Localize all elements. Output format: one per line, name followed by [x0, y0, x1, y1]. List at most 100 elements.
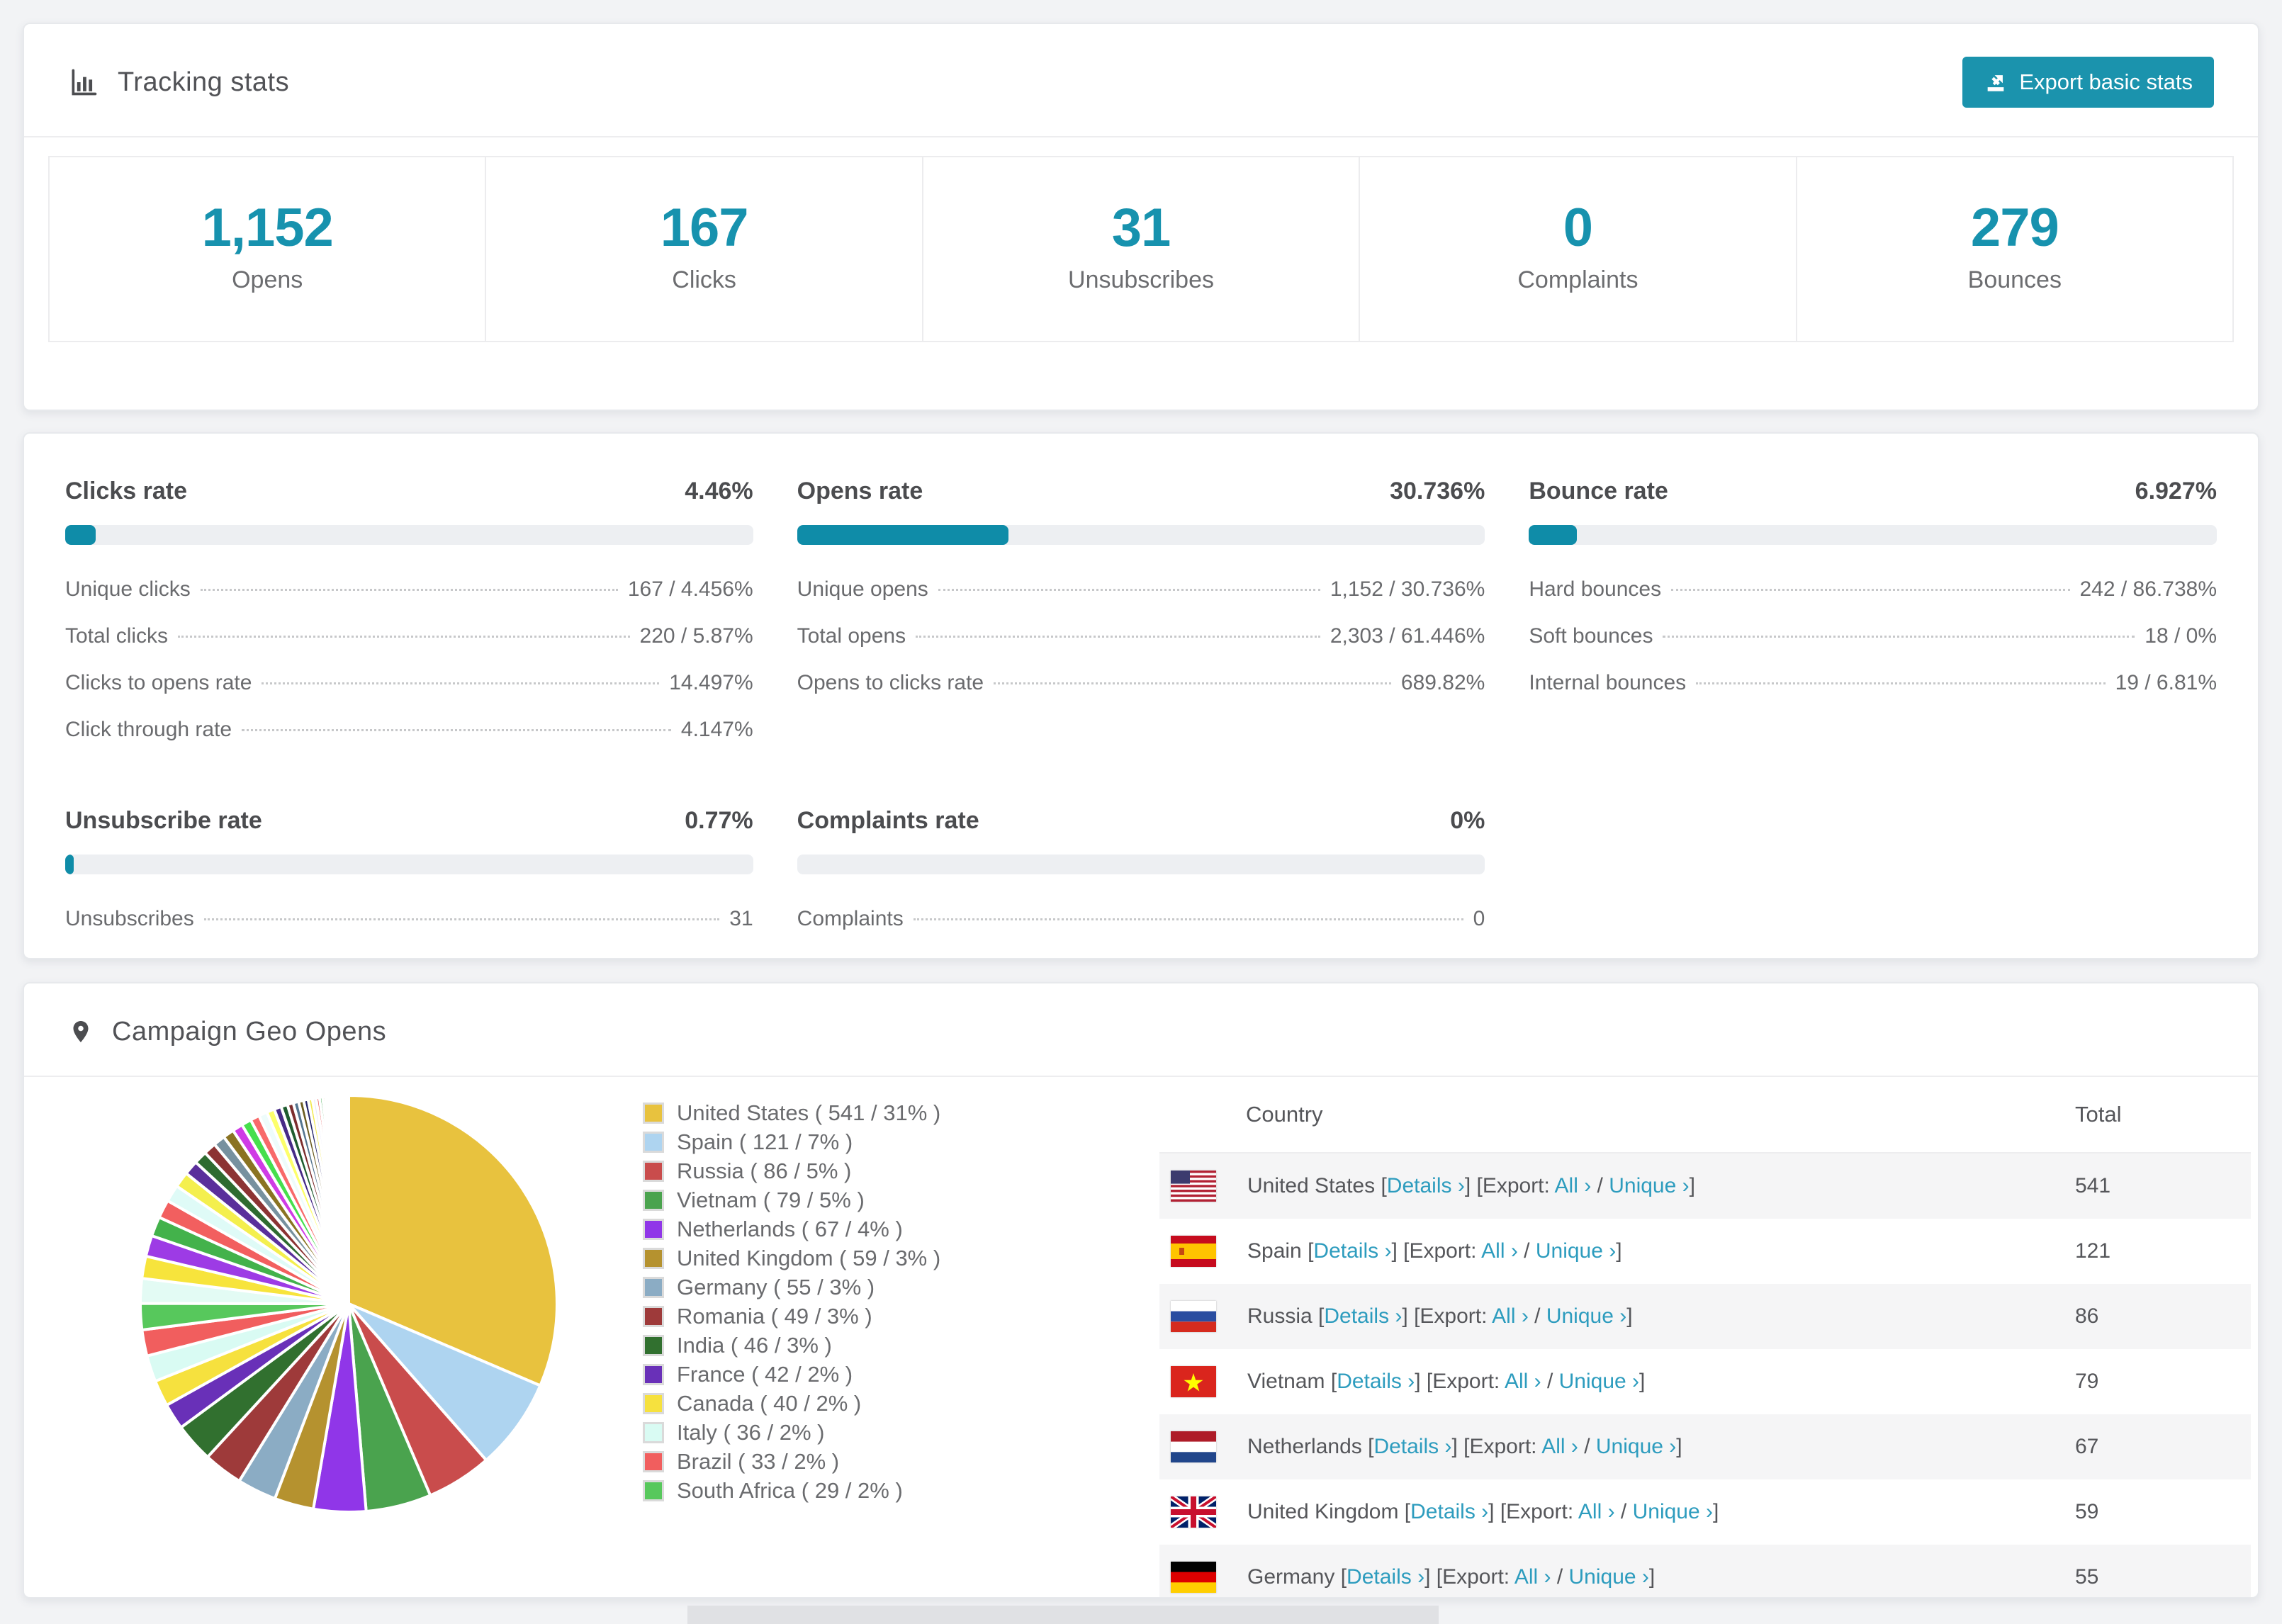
stats-strip: 1,152 Opens 167 Clicks 31 Unsubscribes 0 Co…: [48, 156, 2234, 342]
dotted-leader: [938, 589, 1320, 591]
country-cell: Russia [Details ›] [Export: All › / Uniq…: [1247, 1304, 1633, 1328]
rate-title: Complaints rate: [797, 807, 979, 834]
export-all-link[interactable]: All ›: [1505, 1370, 1541, 1393]
legend-swatch: [643, 1131, 664, 1153]
legend-label: Netherlands ( 67 / 4% ): [677, 1216, 903, 1241]
rate-rows: Complaints 0: [797, 907, 1485, 931]
dotted-leader: [200, 589, 618, 591]
rate-title: Bounce rate: [1529, 478, 1668, 504]
legend-swatch: [643, 1305, 664, 1327]
export-unique-link[interactable]: Unique ›: [1546, 1304, 1626, 1328]
legend-item: South Africa ( 29 / 2% ): [643, 1476, 940, 1505]
legend-label: Russia ( 86 / 5% ): [677, 1158, 852, 1183]
total-cell: 79: [2075, 1370, 2099, 1393]
export-all-link[interactable]: All ›: [1578, 1500, 1615, 1523]
dotted-leader: [178, 636, 630, 638]
export-basic-stats-button[interactable]: Export basic stats: [1962, 57, 2214, 108]
column-header-country: Country: [1246, 1102, 1323, 1127]
rate-detail-value: 220 / 5.87%: [639, 624, 753, 648]
total-cell: 121: [2075, 1239, 2111, 1263]
stat-label: Opens: [232, 266, 303, 293]
export-unique-link[interactable]: Unique ›: [1633, 1500, 1713, 1523]
rate-detail-row: Unique clicks 167 / 4.456%: [65, 577, 753, 602]
legend-item: France ( 42 / 2% ): [643, 1360, 940, 1389]
rate-detail-label: Internal bounces: [1529, 671, 1687, 694]
export-unique-link[interactable]: Unique ›: [1569, 1565, 1649, 1589]
stat-value: 1,152: [201, 198, 334, 258]
export-all-link[interactable]: All ›: [1514, 1565, 1551, 1589]
export-button-label: Export basic stats: [2019, 69, 2193, 94]
rate-detail-row: Total clicks 220 / 5.87%: [65, 624, 753, 648]
legend-swatch: [643, 1218, 664, 1240]
rate-detail-row: Unique opens 1,152 / 30.736%: [797, 577, 1485, 602]
rate-progress-track: [65, 525, 753, 545]
rate-detail-value: 167 / 4.456%: [627, 577, 753, 601]
rate-detail-value: 689.82%: [1400, 671, 1485, 694]
rate-detail-value: 31: [729, 907, 753, 930]
details-link[interactable]: Details ›: [1410, 1500, 1488, 1523]
export-unique-link[interactable]: Unique ›: [1536, 1239, 1616, 1263]
legend-swatch: [643, 1363, 664, 1385]
tracking-stats-card: Tracking stats Export basic stats 1,152 …: [23, 23, 2259, 411]
stat-value: 167: [660, 198, 749, 258]
rate-detail-row: Unsubscribes 31: [65, 907, 753, 931]
legend-item: United States ( 541 / 31% ): [643, 1098, 940, 1127]
legend-swatch: [643, 1247, 664, 1269]
legend-label: India ( 46 / 3% ): [677, 1332, 832, 1358]
dotted-leader: [262, 682, 660, 684]
stat-value: 0: [1563, 198, 1593, 258]
rate-head: Bounce rate 6.927%: [1529, 478, 2217, 505]
details-link[interactable]: Details ›: [1347, 1565, 1424, 1589]
rate-detail-row: Total opens 2,303 / 61.446%: [797, 624, 1485, 648]
stat-cell-complaints: 0 Complaints: [1360, 157, 1797, 341]
stat-label: Clicks: [672, 266, 736, 293]
geo-body: United States ( 541 / 31% ) Spain ( 121 …: [24, 1077, 2258, 1597]
details-link[interactable]: Details ›: [1313, 1239, 1391, 1263]
stat-label: Complaints: [1517, 266, 1639, 293]
rate-head: Complaints rate 0%: [797, 807, 1485, 835]
export-unique-link[interactable]: Unique ›: [1596, 1435, 1676, 1458]
rate-detail-value: 14.497%: [669, 671, 753, 694]
rate-progress-fill: [65, 855, 74, 874]
flag-spain-icon: [1171, 1236, 1216, 1267]
rate-title: Clicks rate: [65, 478, 187, 504]
legend-item: United Kingdom ( 59 / 3% ): [643, 1244, 940, 1273]
rate-detail-label: Unique opens: [797, 577, 928, 601]
legend-label: South Africa ( 29 / 2% ): [677, 1477, 903, 1503]
rate-detail-label: Total opens: [797, 624, 906, 648]
geo-table-row-nl: Netherlands [Details ›] [Export: All › /…: [1159, 1414, 2251, 1479]
page-title: Tracking stats: [118, 67, 290, 97]
details-link[interactable]: Details ›: [1337, 1370, 1415, 1393]
total-cell: 59: [2075, 1500, 2099, 1523]
export-unique-link[interactable]: Unique ›: [1609, 1174, 1689, 1197]
map-pin-icon: [73, 1021, 89, 1042]
legend-item: Russia ( 86 / 5% ): [643, 1156, 940, 1185]
rate-value: 0%: [1450, 807, 1485, 834]
rate-rows: Unique clicks 167 / 4.456% Total clicks …: [65, 577, 753, 742]
flag-united-states-icon: [1171, 1171, 1216, 1202]
legend-item: Netherlands ( 67 / 4% ): [643, 1214, 940, 1244]
geo-table-row-ru: Russia [Details ›] [Export: All › / Uniq…: [1159, 1284, 2251, 1349]
legend-swatch: [643, 1421, 664, 1443]
country-cell: United States [Details ›] [Export: All ›…: [1247, 1174, 1695, 1197]
pie-legend: United States ( 541 / 31% ) Spain ( 121 …: [643, 1098, 940, 1505]
bar-chart-icon: [72, 69, 97, 96]
rate-title: Opens rate: [797, 478, 923, 504]
total-cell: 86: [2075, 1304, 2099, 1328]
dotted-leader: [916, 636, 1320, 638]
stat-cell-bounces: 279 Bounces: [1797, 157, 2232, 341]
legend-label: Italy ( 36 / 2% ): [677, 1419, 825, 1445]
country-cell: Spain [Details ›] [Export: All › / Uniqu…: [1247, 1239, 1622, 1263]
details-link[interactable]: Details ›: [1324, 1304, 1402, 1328]
rate-panel-clicks-rate: Clicks rate 4.46% Unique clicks 167 / 4.…: [65, 478, 753, 742]
export-unique-link[interactable]: Unique ›: [1559, 1370, 1639, 1393]
export-all-link[interactable]: All ›: [1555, 1174, 1592, 1197]
export-all-link[interactable]: All ›: [1481, 1239, 1518, 1263]
export-all-link[interactable]: All ›: [1541, 1435, 1578, 1458]
flag-vietnam-icon: [1171, 1366, 1216, 1397]
details-link[interactable]: Details ›: [1387, 1174, 1465, 1197]
details-link[interactable]: Details ›: [1373, 1435, 1451, 1458]
stat-cell-unsubscribes: 31 Unsubscribes: [923, 157, 1361, 341]
export-all-link[interactable]: All ›: [1492, 1304, 1529, 1328]
legend-label: Canada ( 40 / 2% ): [677, 1390, 862, 1416]
